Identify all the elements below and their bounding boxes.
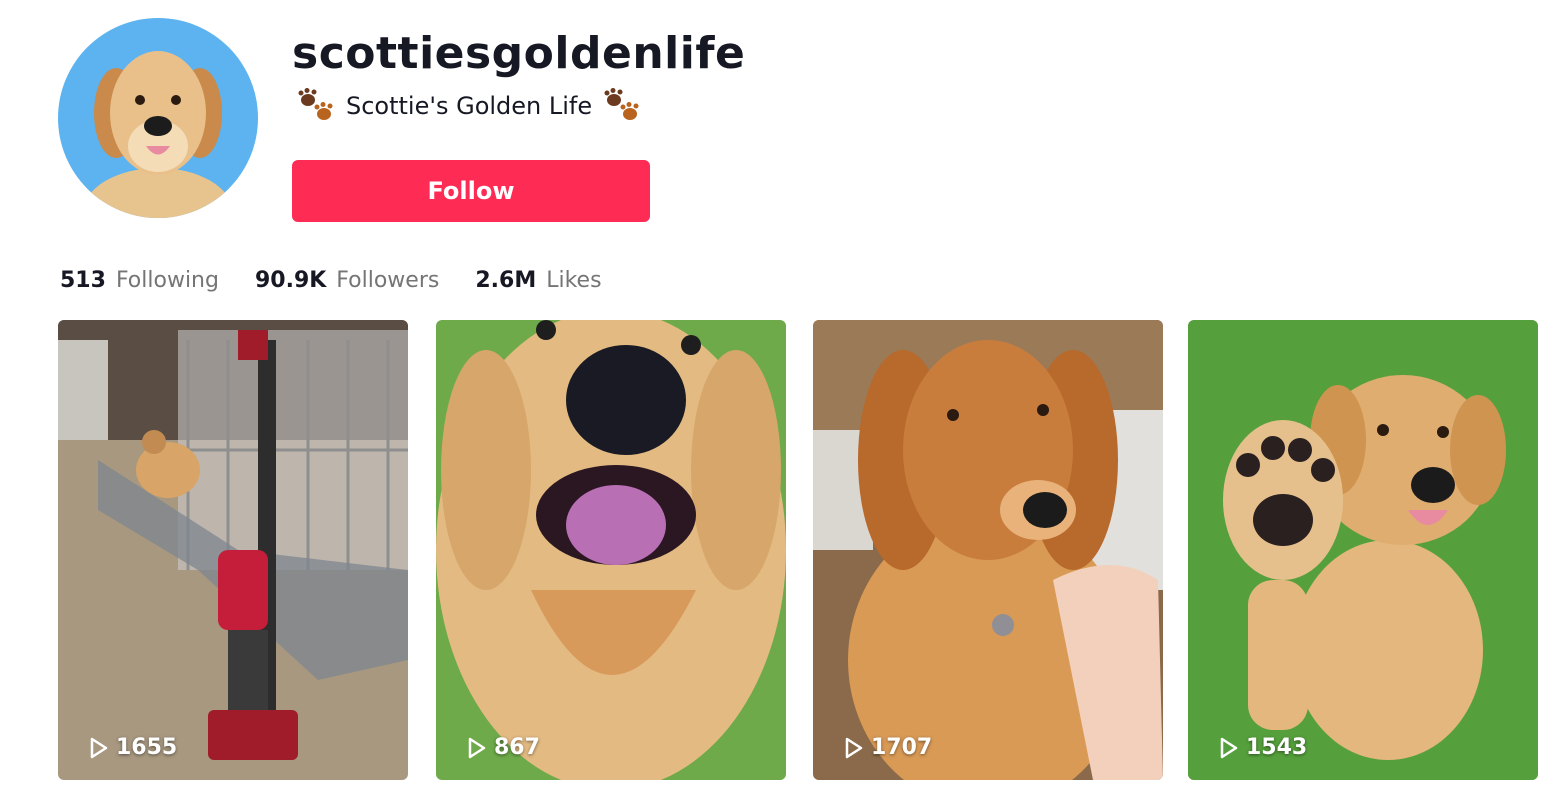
- dog-with-vacuum-image: [58, 320, 408, 780]
- video-view-count: 867: [466, 735, 540, 760]
- stat-likes: 2.6M Likes: [475, 268, 601, 293]
- video-thumbnail-3[interactable]: 1707: [813, 320, 1163, 780]
- profile-stats: 513 Following 90.9K Followers 2.6M Likes: [60, 268, 638, 293]
- profile-avatar[interactable]: [58, 18, 258, 218]
- play-icon: [845, 737, 863, 758]
- stat-value: 513: [60, 268, 106, 293]
- stat-label: Likes: [546, 268, 602, 293]
- paw-prints-icon: [298, 88, 333, 120]
- stat-label: Followers: [336, 268, 440, 293]
- stat-value: 2.6M: [475, 268, 537, 293]
- paw-prints-icon: [604, 88, 639, 120]
- play-icon: [1220, 737, 1238, 758]
- video-views-text: 1543: [1246, 735, 1308, 760]
- video-views-text: 1707: [871, 735, 933, 760]
- video-thumbnail-2[interactable]: 867: [436, 320, 786, 780]
- stat-following[interactable]: 513 Following: [60, 268, 219, 293]
- profile-nickname: Scottie's Golden Life: [346, 92, 593, 120]
- stat-label: Following: [115, 268, 219, 293]
- profile-nickname-row: Scottie's Golden Life: [296, 88, 642, 124]
- dog-receiving-treat-image: [813, 320, 1163, 780]
- video-view-count: 1655: [88, 735, 177, 760]
- video-thumbnail-1[interactable]: 1655: [58, 320, 408, 780]
- stat-followers[interactable]: 90.9K Followers: [255, 268, 439, 293]
- video-thumbnail-4[interactable]: 1543: [1188, 320, 1538, 780]
- golden-retriever-avatar-image: [83, 51, 233, 218]
- video-views-text: 867: [494, 735, 540, 760]
- puppy-high-five-image: [1188, 320, 1538, 780]
- profile-username: scottiesgoldenlife: [292, 28, 746, 79]
- play-icon: [90, 737, 108, 758]
- smiling-dog-closeup-image: [436, 320, 786, 780]
- stat-value: 90.9K: [254, 268, 327, 293]
- play-icon: [468, 737, 486, 758]
- video-views-text: 1655: [116, 735, 178, 760]
- video-view-count: 1707: [843, 735, 932, 760]
- video-view-count: 1543: [1218, 735, 1307, 760]
- follow-button[interactable]: Follow: [292, 160, 650, 222]
